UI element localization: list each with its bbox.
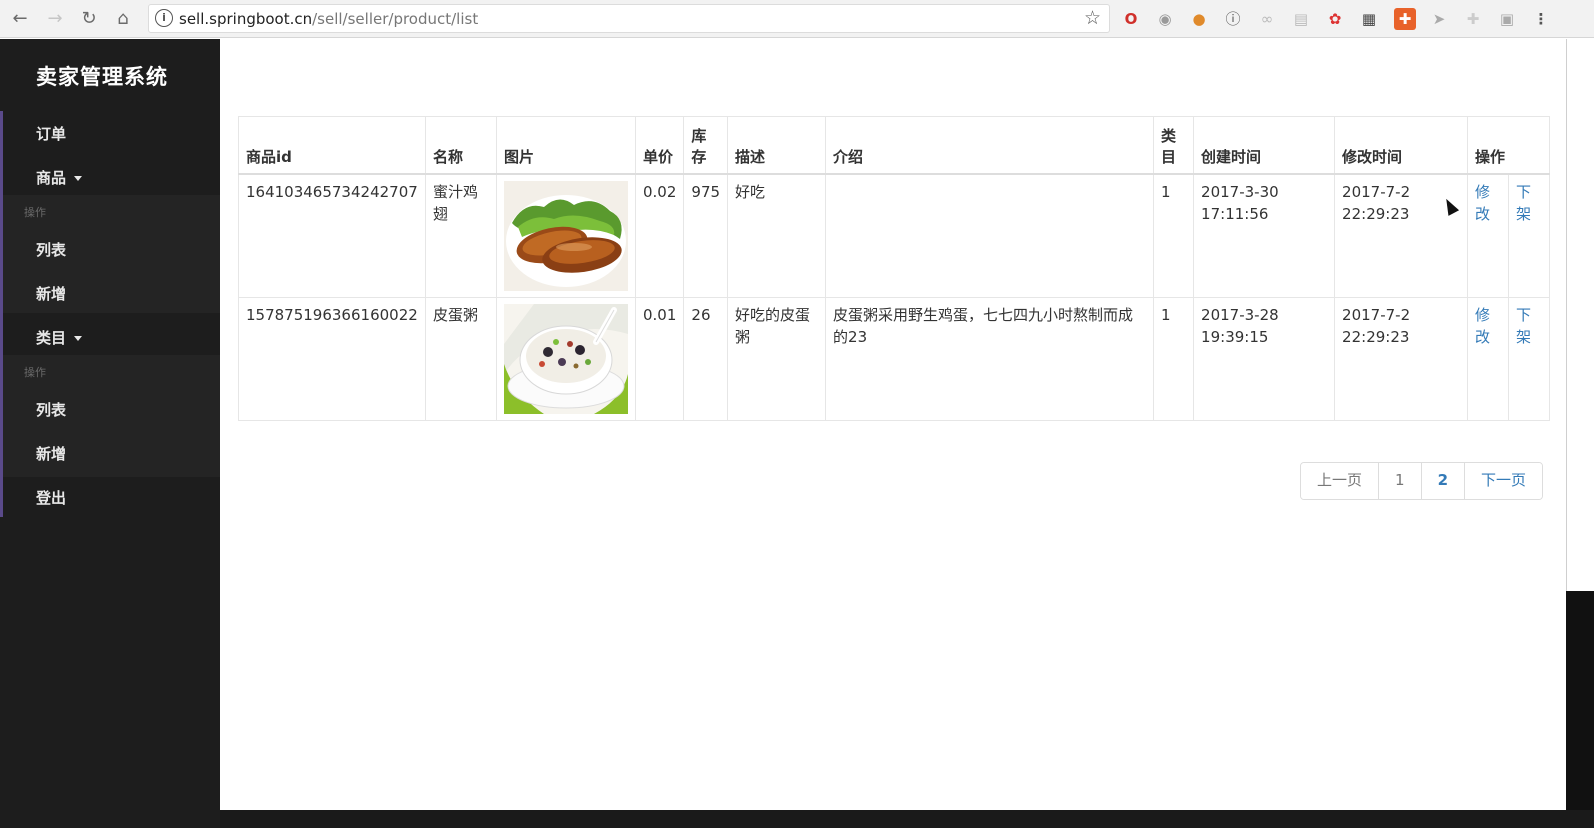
extension-icon[interactable]: ◉ (1154, 8, 1176, 30)
qr-code-icon[interactable]: ▦ (1358, 8, 1380, 30)
sidebar-item-logout[interactable]: 登出 (36, 487, 66, 508)
sidebar-item-category-list[interactable]: 列表 (36, 399, 66, 420)
info-extension-icon[interactable]: ⓘ (1222, 8, 1244, 30)
extension-icon[interactable]: ∞ (1256, 8, 1278, 30)
page-2-button[interactable]: 2 (1420, 463, 1464, 499)
back-arrow-icon[interactable]: ← (9, 8, 31, 30)
scroll-edge (1566, 39, 1594, 591)
cell-create-time: 2017-3-28 19:39:15 (1193, 296, 1336, 421)
cell-price: 0.02 (634, 173, 685, 298)
cell-name: 蜜汁鸡翅 (425, 173, 497, 298)
cell-stock: 26 (683, 296, 729, 421)
cell-category: 1 (1153, 173, 1195, 298)
cell-description: 好吃 (727, 173, 827, 298)
extension-icon[interactable]: ▤ (1290, 8, 1312, 30)
extension-icon[interactable]: ✚ (1462, 8, 1484, 30)
submenu-header: 操作 (24, 366, 46, 379)
cell-id: 164103465734242707 (238, 173, 426, 298)
cell-category: 1 (1153, 296, 1195, 421)
congee-bowl-image (504, 303, 628, 414)
col-header-update-time: 修改时间 (1334, 116, 1469, 175)
extension-icon[interactable]: ➤ (1428, 8, 1450, 30)
sidebar-item-category-new[interactable]: 新增 (36, 443, 66, 464)
next-page-button[interactable]: 下一页 (1464, 463, 1543, 499)
table-header-row: 商品id 名称 图片 单价 库存 描述 介绍 类目 创建时间 修改时间 操作 (238, 116, 1551, 175)
cell-create-time: 2017-3-30 17:11:56 (1193, 173, 1336, 298)
url-path: /sell/seller/product/list (312, 10, 479, 28)
edit-link[interactable]: 修改 (1475, 183, 1490, 223)
sidebar: 卖家管理系统 订单 商品 操作 列表 新增 类目 操作 列表 新增 登出 (0, 39, 220, 828)
cell-offline: 下架 (1508, 173, 1551, 298)
cell-update-time: 2017-7-2 22:29:23 (1334, 173, 1469, 298)
color-extension-icon[interactable]: ✿ (1324, 8, 1346, 30)
offline-link[interactable]: 下架 (1516, 183, 1531, 223)
edit-link[interactable]: 修改 (1475, 306, 1490, 346)
caret-down-icon (74, 176, 83, 181)
chicken-wings-image (504, 180, 628, 291)
cell-update-time: 2017-7-2 22:29:23 (1334, 296, 1469, 421)
sidebar-item-label: 类目 (36, 329, 67, 347)
extension-icon[interactable]: ✚ (1394, 8, 1416, 30)
cell-price: 0.01 (634, 296, 685, 421)
cell-intro: 皮蛋粥采用野生鸡蛋，七七四九小时熬制而成的23 (825, 296, 1155, 421)
window-bottom-edge (220, 810, 1594, 828)
col-header-description: 描述 (727, 116, 827, 175)
prev-page-button[interactable]: 上一页 (1301, 463, 1379, 499)
table-row: 164103465734242707 蜜汁鸡翅 0.02 975 好吃 1 20… (238, 173, 1551, 298)
cell-edit: 修改 (1467, 173, 1510, 298)
url-text: sell.springboot.cn/sell/seller/product/l… (179, 10, 478, 28)
brand-title[interactable]: 卖家管理系统 (36, 61, 168, 91)
cell-description: 好吃的皮蛋粥 (727, 296, 827, 421)
browser-toolbar: ← → ↻ ⌂ i sell.springboot.cn/sell/seller… (0, 0, 1594, 38)
col-header-category: 类目 (1153, 116, 1195, 175)
cell-name: 皮蛋粥 (425, 296, 497, 421)
offline-link[interactable]: 下架 (1516, 306, 1531, 346)
col-header-image: 图片 (496, 116, 636, 175)
sidebar-item-category[interactable]: 类目 (36, 327, 83, 348)
url-host: sell.springboot.cn (179, 10, 313, 28)
product-table: 商品id 名称 图片 单价 库存 描述 介绍 类目 创建时间 修改时间 操作 1… (238, 116, 1551, 421)
col-header-actions: 操作 (1467, 116, 1551, 175)
caret-down-icon (74, 336, 83, 341)
submenu-header: 操作 (24, 206, 46, 219)
cell-offline: 下架 (1508, 296, 1551, 421)
page-1-button[interactable]: 1 (1378, 463, 1421, 499)
sidebar-item-orders[interactable]: 订单 (36, 123, 66, 144)
home-icon[interactable]: ⌂ (112, 8, 134, 30)
col-header-intro: 介绍 (825, 116, 1155, 175)
bookmark-star-icon[interactable]: ☆ (1084, 7, 1101, 29)
extension-icon[interactable]: ● (1188, 8, 1210, 30)
extension-icon[interactable]: ▣ (1496, 8, 1518, 30)
forward-arrow-icon[interactable]: → (44, 8, 66, 30)
opera-extension-icon[interactable]: O (1120, 8, 1142, 30)
cell-image (496, 296, 636, 421)
col-header-create-time: 创建时间 (1193, 116, 1336, 175)
cell-stock: 975 (683, 173, 729, 298)
sidebar-item-products[interactable]: 商品 (36, 167, 83, 188)
site-info-icon[interactable]: i (155, 9, 173, 27)
cell-intro (825, 173, 1155, 298)
sidebar-item-product-list[interactable]: 列表 (36, 239, 66, 260)
col-header-price: 单价 (634, 116, 685, 175)
col-header-stock: 库存 (683, 116, 729, 175)
col-header-id: 商品id (238, 116, 426, 175)
reload-icon[interactable]: ↻ (78, 8, 100, 30)
menu-dots-icon[interactable]: ⋮ (1530, 8, 1552, 30)
cell-id: 157875196366160022 (238, 296, 426, 421)
address-bar[interactable]: i sell.springboot.cn/sell/seller/product… (148, 4, 1110, 33)
sidebar-item-product-new[interactable]: 新增 (36, 283, 66, 304)
cell-image (496, 173, 636, 298)
table-row: 157875196366160022 皮蛋粥 0.01 26 好吃的皮蛋粥 皮蛋… (238, 296, 1551, 421)
col-header-name: 名称 (425, 116, 497, 175)
pagination: 上一页 1 2 下一页 (1300, 462, 1544, 500)
cell-edit: 修改 (1467, 296, 1510, 421)
window-edge (1566, 591, 1594, 828)
sidebar-item-label: 商品 (36, 169, 67, 187)
